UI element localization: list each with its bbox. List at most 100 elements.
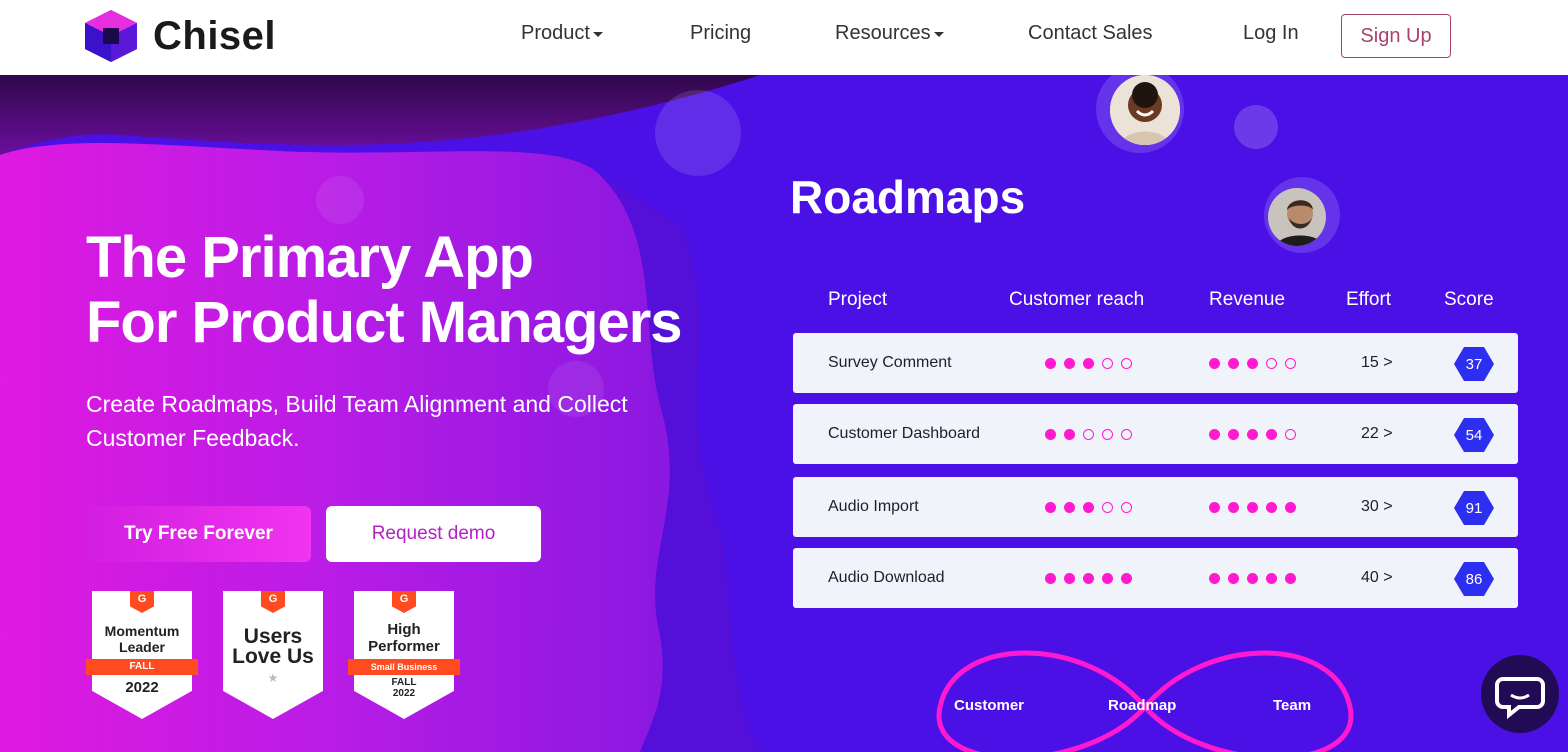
try-free-button[interactable]: Try Free Forever <box>86 506 311 562</box>
table-row[interactable]: Customer Dashboard 22 > 54 <box>793 404 1518 464</box>
empty-dot-icon <box>1121 428 1132 440</box>
table-row[interactable]: Survey Comment 15 > 37 <box>793 333 1518 393</box>
chat-launcher-button[interactable] <box>1481 655 1559 733</box>
filled-dot-icon <box>1121 572 1132 584</box>
filled-dot-icon <box>1083 357 1094 369</box>
nav-contact-sales[interactable]: Contact Sales <box>1028 22 1153 45</box>
row-project-name: Survey Comment <box>828 354 952 371</box>
column-effort: Effort <box>1346 289 1392 310</box>
signup-button[interactable]: Sign Up <box>1341 14 1451 58</box>
badge-line2: Leader <box>119 639 165 655</box>
row-score-badge: 37 <box>1454 347 1494 381</box>
rating-dots-revenue <box>1209 477 1296 537</box>
filled-dot-icon <box>1064 357 1075 369</box>
brand-name: Chisel <box>153 13 277 58</box>
badge-line2: Love Us <box>232 645 314 668</box>
filled-dot-icon <box>1247 357 1258 369</box>
nav-pricing-label: Pricing <box>690 22 752 44</box>
hero-section: The Primary App For Product Managers Cre… <box>0 75 1568 752</box>
loop-label-customer: Customer <box>954 697 1025 714</box>
column-customer-reach: Customer reach <box>1009 289 1145 310</box>
badge-line1: Momentum <box>104 623 180 639</box>
g2-badge-high-performer[interactable]: G High Performer Small Business FALL 202… <box>348 591 460 719</box>
rating-dots-revenue <box>1209 548 1296 608</box>
filled-dot-icon <box>1045 357 1056 369</box>
column-project: Project <box>828 289 888 310</box>
filled-dot-icon <box>1064 572 1075 584</box>
badge-season: FALL <box>391 677 417 688</box>
badge-year: 2022 <box>125 679 159 696</box>
table-row[interactable]: Audio Import 30 > 91 <box>793 477 1518 537</box>
chisel-logo-icon <box>85 10 137 62</box>
filled-dot-icon <box>1045 428 1056 440</box>
filled-dot-icon <box>1209 357 1220 369</box>
filled-dot-icon <box>1083 501 1094 513</box>
hero-title-line1: The Primary App <box>86 225 534 290</box>
filled-dot-icon <box>1209 501 1220 513</box>
nav-login-label: Log In <box>1243 22 1299 44</box>
user-avatar-icon <box>1110 75 1180 145</box>
empty-dot-icon <box>1121 501 1132 513</box>
empty-dot-icon <box>1121 357 1132 369</box>
badge-season-year: FALL 2022 <box>354 677 454 699</box>
badge-line2: Performer <box>368 638 440 655</box>
badge-line1: High <box>387 621 421 638</box>
row-project-name: Customer Dashboard <box>828 425 981 442</box>
rating-dots-revenue <box>1209 333 1296 393</box>
badge-line1: Users <box>243 625 303 648</box>
star-icon: ★ <box>267 671 279 685</box>
nav-pricing[interactable]: Pricing <box>690 22 751 45</box>
column-revenue: Revenue <box>1209 289 1286 310</box>
filled-dot-icon <box>1228 572 1239 584</box>
badge-year: 2022 <box>392 688 416 699</box>
filled-dot-icon <box>1247 428 1258 440</box>
filled-dot-icon <box>1102 572 1113 584</box>
avatar-woman <box>1110 75 1180 145</box>
row-effort[interactable]: 30 > <box>1361 477 1393 537</box>
filled-dot-icon <box>1266 428 1277 440</box>
empty-dot-icon <box>1102 501 1113 513</box>
rating-dots-reach <box>1045 477 1132 537</box>
rating-dots-reach <box>1045 404 1132 464</box>
column-score: Score <box>1444 289 1494 310</box>
row-score-badge: 86 <box>1454 562 1494 596</box>
rating-dots-revenue <box>1209 404 1296 464</box>
row-score-badge: 91 <box>1454 491 1494 525</box>
chevron-down-icon <box>592 32 603 37</box>
rating-dots-reach <box>1045 548 1132 608</box>
filled-dot-icon <box>1083 572 1094 584</box>
filled-dot-icon <box>1209 428 1220 440</box>
g2-badge-users-love-us[interactable]: G Users Love Us ★ <box>223 591 323 719</box>
filled-dot-icon <box>1266 501 1277 513</box>
row-effort[interactable]: 40 > <box>1361 548 1393 608</box>
request-demo-button[interactable]: Request demo <box>326 506 541 562</box>
table-row[interactable]: Audio Download 40 > 86 <box>793 548 1518 608</box>
nav-product-label: Product <box>521 22 590 44</box>
chat-bubble-icon <box>1495 677 1545 720</box>
rating-dots-reach <box>1045 333 1132 393</box>
g2-badge-momentum[interactable]: G Momentum Leader FALL 2022 <box>86 591 198 719</box>
roadmap-title: Roadmaps <box>790 171 1026 223</box>
top-navbar: Chisel Product Pricing Resources Contact… <box>0 0 1568 75</box>
brand-logo[interactable]: Chisel <box>81 10 276 62</box>
row-effort[interactable]: 22 > <box>1361 404 1393 464</box>
nav-product[interactable]: Product <box>521 22 603 45</box>
empty-dot-icon <box>1285 428 1296 440</box>
empty-dot-icon <box>1266 357 1277 369</box>
empty-dot-icon <box>1285 357 1296 369</box>
filled-dot-icon <box>1045 572 1056 584</box>
filled-dot-icon <box>1266 572 1277 584</box>
filled-dot-icon <box>1247 572 1258 584</box>
hero-title-line2: For Product Managers <box>86 290 683 355</box>
hero-subtitle: Create Roadmaps, Build Team Alignment an… <box>86 391 628 451</box>
filled-dot-icon <box>1285 501 1296 513</box>
nav-resources[interactable]: Resources <box>835 22 944 45</box>
nav-resources-label: Resources <box>835 22 931 44</box>
nav-login[interactable]: Log In <box>1243 22 1299 45</box>
filled-dot-icon <box>1045 501 1056 513</box>
nav-contact-sales-label: Contact Sales <box>1028 22 1153 44</box>
row-effort[interactable]: 15 > <box>1361 333 1393 393</box>
filled-dot-icon <box>1247 501 1258 513</box>
row-project-name: Audio Import <box>828 498 919 515</box>
filled-dot-icon <box>1209 572 1220 584</box>
